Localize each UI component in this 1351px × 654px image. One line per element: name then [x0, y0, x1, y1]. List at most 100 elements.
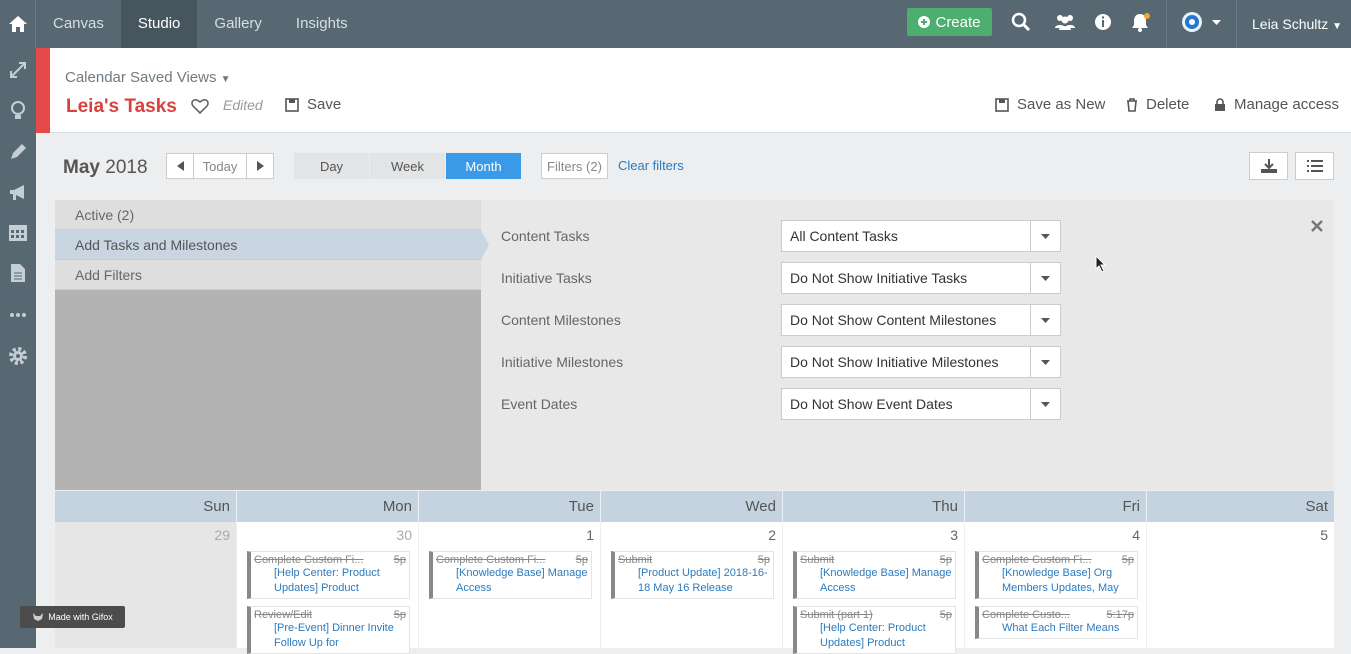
event-task: Review/Edit	[254, 609, 313, 621]
event-title: [Product Update] 2018-16-18 May 16 Relea…	[638, 567, 768, 594]
floppy-icon	[995, 97, 1009, 112]
page-header: Calendar Saved Views ▼ Leia's Tasks Edit…	[36, 48, 1351, 133]
view-month-button[interactable]: Month	[446, 153, 521, 179]
content-tasks-select[interactable]: All Content Tasks	[781, 220, 1061, 252]
event-time: 5p	[939, 554, 952, 566]
calendar-event[interactable]: Complete Custom Fi... 5p [Knowledge Base] …	[975, 551, 1138, 599]
close-icon[interactable]	[1311, 220, 1323, 232]
lock-icon	[1215, 97, 1225, 111]
bell-icon[interactable]	[1131, 12, 1153, 34]
create-button[interactable]: Create	[907, 8, 992, 36]
calendar-event[interactable]: Submit 5p [Product Update] 2018-16-18 May …	[611, 551, 774, 599]
day-cell[interactable]: 4 Complete Custom Fi... 5p [Knowledge Base…	[965, 522, 1146, 648]
event-task: Submit	[618, 554, 653, 566]
home-icon[interactable]	[0, 0, 36, 48]
saved-views-dropdown[interactable]: Calendar Saved Views ▼	[65, 69, 231, 86]
filter-label: Event Dates	[501, 396, 578, 412]
megaphone-icon[interactable]	[6, 180, 30, 204]
lightbulb-icon[interactable]	[6, 99, 30, 123]
tab-canvas[interactable]: Canvas	[36, 0, 121, 48]
event-time: 5p	[575, 554, 588, 566]
calendar-icon[interactable]	[6, 220, 30, 244]
day-header: Fri	[965, 491, 1146, 522]
event-title: [Knowledge Base] Org Members Updates, Ma…	[1002, 567, 1119, 594]
filters-button[interactable]: Filters (2)	[541, 153, 608, 179]
calendar-event[interactable]: Review/Edit 5p [Pre-Event] Dinner Invite F…	[247, 606, 410, 654]
day-header: Wed	[601, 491, 782, 522]
prev-button[interactable]	[166, 153, 194, 179]
delete-button[interactable]: Delete	[1126, 96, 1189, 113]
calendar-event[interactable]: Submit (part 1) 5p [Help Center: Product U…	[793, 606, 956, 654]
today-button[interactable]: Today	[193, 153, 247, 179]
calendar-event[interactable]: Submit 5p [Knowledge Base] Manage Access	[793, 551, 956, 599]
event-title: [Pre-Event] Dinner Invite Follow Up for	[274, 622, 394, 649]
heart-icon[interactable]	[191, 98, 209, 114]
save-button[interactable]: Save	[285, 96, 341, 113]
event-time: 5p	[393, 609, 406, 621]
caret-down-icon[interactable]	[1030, 221, 1060, 251]
search-icon[interactable]	[1011, 12, 1031, 32]
tab-gallery[interactable]: Gallery	[197, 0, 279, 48]
watermark-text: Made with Gifox	[48, 612, 113, 622]
event-time: 5p	[1121, 554, 1134, 566]
event-time: 5p	[757, 554, 770, 566]
day-header: Sat	[1147, 491, 1334, 522]
day-number: 2	[768, 527, 776, 543]
plus-icon	[918, 16, 931, 28]
manage-access-button[interactable]: Manage access	[1214, 96, 1339, 113]
calendar-event[interactable]: Complete Custom Fi... 5p [Knowledge Base] …	[429, 551, 592, 599]
people-icon[interactable]	[1054, 12, 1076, 32]
menu-item-add-tasks[interactable]: Add Tasks and Milestones	[55, 230, 481, 260]
event-time: 5p	[393, 554, 406, 566]
chevron-down-icon[interactable]	[1212, 20, 1221, 26]
panel-menu: Active (2) Add Tasks and Milestones Add …	[55, 200, 481, 490]
expand-icon[interactable]	[6, 58, 30, 82]
day-cell[interactable]: 29	[55, 522, 236, 648]
menu-item-active[interactable]: Active (2)	[55, 200, 481, 230]
tab-insights[interactable]: Insights	[279, 0, 365, 48]
view-week-button[interactable]: Week	[370, 153, 445, 179]
menu-item-add-filters[interactable]: Add Filters	[55, 260, 481, 290]
gear-icon[interactable]	[6, 344, 30, 368]
initiative-tasks-select[interactable]: Do Not Show Initiative Tasks	[781, 262, 1061, 294]
filter-label: Content Milestones	[501, 312, 621, 328]
user-menu[interactable]: Leia Schultz ▼	[1236, 0, 1351, 48]
event-time: 5p	[939, 609, 952, 621]
caret-down-icon[interactable]	[1030, 347, 1060, 377]
download-button[interactable]	[1249, 152, 1288, 180]
day-cell[interactable]: 5	[1147, 522, 1334, 648]
event-dates-select[interactable]: Do Not Show Event Dates	[781, 388, 1061, 420]
more-icon[interactable]	[6, 303, 30, 327]
next-button[interactable]	[246, 153, 274, 179]
day-cell[interactable]: 3 Submit 5p [Knowledge Base] Manage Access…	[783, 522, 964, 654]
info-icon[interactable]	[1094, 12, 1112, 32]
day-number: 3	[950, 527, 958, 543]
caret-down-icon[interactable]	[1030, 263, 1060, 293]
save-as-new-button[interactable]: Save as New	[995, 96, 1105, 113]
tab-studio[interactable]: Studio	[120, 0, 198, 48]
initiative-milestones-select[interactable]: Do Not Show Initiative Milestones	[781, 346, 1061, 378]
manage-access-label: Manage access	[1234, 96, 1340, 113]
day-cell[interactable]: 1 Complete Custom Fi... 5p [Knowledge Base…	[419, 522, 600, 648]
content-milestones-select[interactable]: Do Not Show Content Milestones	[781, 304, 1061, 336]
filter-label: Initiative Tasks	[501, 270, 592, 286]
saved-views-label: Calendar Saved Views	[65, 69, 217, 86]
caret-down-icon[interactable]	[1030, 305, 1060, 335]
view-day-button[interactable]: Day	[294, 153, 369, 179]
org-logo-icon[interactable]	[1181, 11, 1203, 33]
fox-icon	[33, 613, 44, 621]
calendar-event[interactable]: Complete Custom Fi... 5p [Help Center: Pro…	[247, 551, 410, 599]
event-title: [Knowledge Base] Manage Access	[820, 567, 952, 594]
mouse-cursor-icon	[1095, 255, 1107, 273]
trash-icon	[1127, 97, 1137, 112]
calendar-event[interactable]: Complete Custo... 5:17p What Each Filter M…	[975, 606, 1138, 639]
day-cell[interactable]: 30 Complete Custom Fi... 5p [Help Center: …	[237, 522, 418, 654]
list-view-button[interactable]	[1295, 152, 1334, 180]
caret-down-icon[interactable]	[1030, 389, 1060, 419]
pencil-icon[interactable]	[6, 140, 30, 164]
day-cell[interactable]: 2 Submit 5p [Product Update] 2018-16-18 Ma…	[601, 522, 782, 648]
document-icon[interactable]	[6, 261, 30, 285]
month-label: May 2018	[63, 157, 148, 179]
event-task: Complete Custom Fi...	[254, 554, 364, 566]
clear-filters-link[interactable]: Clear filters	[618, 158, 684, 173]
